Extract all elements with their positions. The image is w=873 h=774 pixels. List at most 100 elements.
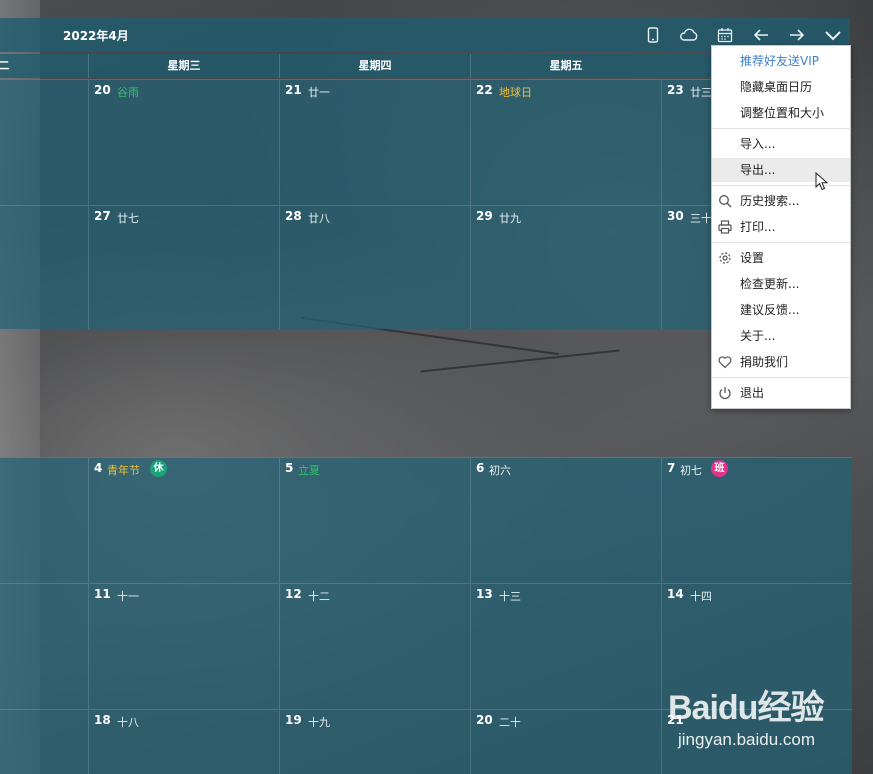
day-cell[interactable]: 18 十八 [88, 709, 279, 774]
menu-separator [712, 185, 850, 186]
day-cell[interactable]: 6 初六 [470, 457, 661, 583]
lunar-label: 十二 [308, 590, 330, 603]
menu-item-import[interactable]: 导入... [712, 132, 850, 156]
lunar-label: 十一 [117, 590, 139, 603]
day-cell[interactable]: 28 廿八 [279, 205, 470, 329]
day-number: 30 [667, 209, 684, 223]
day-cell[interactable]: 7 初七 班 [661, 457, 852, 583]
day-cell[interactable]: 20 二十 [470, 709, 661, 774]
lunar-label: 廿九 [499, 212, 521, 225]
lunar-label: 廿八 [308, 212, 330, 225]
menu-item-recommend-vip[interactable]: 推荐好友送VIP [712, 49, 850, 73]
day-cell[interactable]: 22 地球日 [470, 79, 661, 205]
search-icon [718, 194, 732, 208]
weekday-label: 星期四 [279, 54, 470, 78]
chevron-down-icon[interactable] [822, 24, 844, 46]
day-cell[interactable]: 11 十一 [88, 583, 279, 709]
workday-badge: 班 [711, 460, 728, 477]
lunar-label: 三十 [690, 212, 712, 225]
menu-item-exit[interactable]: 退出 [712, 381, 850, 405]
mouse-cursor-icon [815, 172, 829, 191]
day-number: 28 [285, 209, 302, 223]
day-cell[interactable]: 5 立夏 [279, 457, 470, 583]
day-cell[interactable]: 12 十二 [279, 583, 470, 709]
menu-item-print[interactable]: 打印... [712, 215, 850, 239]
lunar-label: 十三 [499, 590, 521, 603]
lunar-label: 十八 [117, 716, 139, 729]
day-cell[interactable]: 20 谷雨 [88, 79, 279, 205]
watermark-logo: Baidu经验 [668, 689, 824, 727]
background-crack [420, 349, 620, 373]
cloud-icon[interactable] [678, 24, 700, 46]
day-cell[interactable]: 21 廿一 [279, 79, 470, 205]
menu-item-hide-calendar[interactable]: 隐藏桌面日历 [712, 75, 850, 99]
weekday-label: 星期五 [470, 54, 661, 78]
menu-separator [712, 242, 850, 243]
lunar-label: 廿七 [117, 212, 139, 225]
day-number: 23 [667, 83, 684, 97]
printer-icon [718, 220, 732, 234]
day-cell[interactable] [0, 205, 88, 329]
lunar-label: 廿一 [308, 86, 330, 99]
heart-icon [718, 355, 732, 369]
menu-item-about[interactable]: 关于... [712, 324, 850, 348]
power-icon [718, 386, 732, 400]
day-cell[interactable]: 29 廿九 [470, 205, 661, 329]
menu-separator [712, 377, 850, 378]
day-number: 22 [476, 83, 493, 97]
lunar-label: 廿三 [690, 86, 712, 99]
day-number: 7 [667, 461, 676, 475]
day-number: 4 [94, 461, 103, 475]
day-cell[interactable] [0, 709, 88, 774]
menu-item-label: 推荐好友送VIP [740, 54, 819, 68]
calendar-icon[interactable] [714, 24, 736, 46]
month-title: 2022年4月 [63, 29, 129, 43]
day-cell[interactable] [0, 583, 88, 709]
day-cell[interactable] [0, 79, 88, 205]
menu-item-check-update[interactable]: 检查更新... [712, 272, 850, 296]
day-number: 14 [667, 587, 684, 601]
menu-item-label: 导入... [740, 137, 776, 151]
weekday-label: 二 [0, 59, 10, 72]
lunar-label: 初六 [489, 464, 511, 477]
arrow-left-icon[interactable] [750, 24, 772, 46]
menu-item-label: 导出... [740, 163, 776, 177]
arrow-right-icon[interactable] [786, 24, 808, 46]
menu-item-label: 退出 [740, 386, 765, 400]
menu-item-label: 调整位置和大小 [740, 106, 825, 120]
menu-separator [712, 128, 850, 129]
day-number: 20 [94, 83, 111, 97]
day-number: 19 [285, 713, 302, 727]
day-number: 20 [476, 713, 493, 727]
day-number: 29 [476, 209, 493, 223]
menu-item-adjust-position[interactable]: 调整位置和大小 [712, 101, 850, 125]
lunar-label: 立夏 [298, 464, 320, 477]
options-menu: 推荐好友送VIP 隐藏桌面日历 调整位置和大小 导入... 导出... 历史搜索… [711, 45, 851, 409]
day-cell[interactable]: 4 青年节 休 [88, 457, 279, 583]
menu-item-donate[interactable]: 捐助我们 [712, 350, 850, 374]
menu-item-history-search[interactable]: 历史搜索... [712, 189, 850, 213]
baidu-watermark: Baidu经验 jingyan.baidu.com [668, 680, 868, 770]
menu-item-settings[interactable]: 设置 [712, 246, 850, 270]
lunar-label: 十四 [690, 590, 712, 603]
day-cell[interactable]: 19 十九 [279, 709, 470, 774]
mobile-icon[interactable] [642, 24, 664, 46]
day-cell[interactable] [0, 457, 88, 583]
day-number: 11 [94, 587, 111, 601]
lunar-label: 青年节 [107, 464, 140, 477]
lunar-label: 初七 [680, 464, 702, 477]
menu-item-label: 建议反馈... [740, 303, 800, 317]
gear-icon [718, 251, 732, 265]
day-number: 5 [285, 461, 294, 475]
day-number: 18 [94, 713, 111, 727]
menu-item-feedback[interactable]: 建议反馈... [712, 298, 850, 322]
lunar-label: 十九 [308, 716, 330, 729]
holiday-rest-badge: 休 [150, 460, 167, 477]
menu-item-export[interactable]: 导出... [712, 158, 850, 182]
lunar-label: 地球日 [499, 86, 532, 99]
menu-item-label: 关于... [740, 329, 776, 343]
watermark-site: jingyan.baidu.com [678, 730, 816, 749]
day-cell[interactable]: 27 廿七 [88, 205, 279, 329]
day-cell[interactable]: 13 十三 [470, 583, 661, 709]
day-number: 21 [285, 83, 302, 97]
